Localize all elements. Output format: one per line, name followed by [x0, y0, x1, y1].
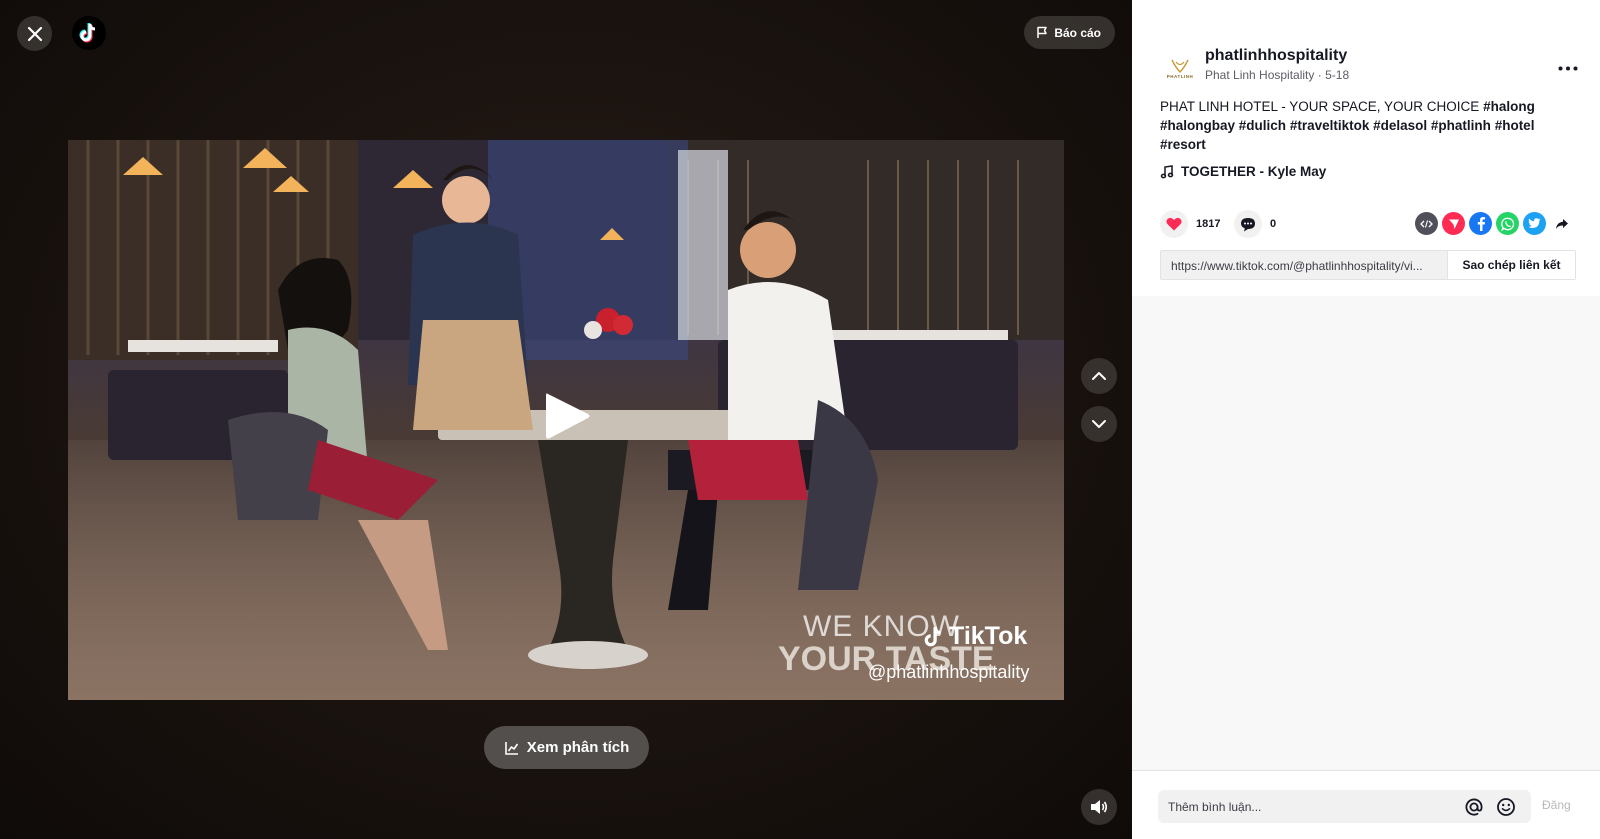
- embed-code-icon: [1420, 219, 1433, 228]
- hashtag-link[interactable]: #resort: [1160, 137, 1206, 152]
- like-stat: 1817: [1160, 210, 1220, 238]
- ellipsis-icon: [1558, 66, 1578, 71]
- watermark-brand: TikTok: [923, 622, 1027, 651]
- comment-bubble-icon: [1241, 217, 1255, 231]
- analytics-label: Xem phân tích: [526, 739, 630, 756]
- comment-stat: 0: [1234, 210, 1276, 238]
- post-info: PHATLINH phatlinhhospitality Phat Linh H…: [1132, 0, 1600, 296]
- tiktok-note-icon: [79, 23, 96, 43]
- mention-button[interactable]: [1464, 797, 1484, 822]
- play-button[interactable]: [542, 390, 592, 442]
- report-button[interactable]: Báo cáo: [1024, 16, 1115, 49]
- facebook-icon: [1477, 217, 1485, 231]
- close-icon: [27, 26, 42, 41]
- report-label: Báo cáo: [1054, 25, 1101, 40]
- heart-icon: [1166, 217, 1182, 231]
- whatsapp-icon: [1500, 217, 1514, 231]
- author-display-name[interactable]: Phat Linh Hospitality: [1205, 68, 1314, 82]
- share-arrow-icon: [1555, 218, 1568, 229]
- avatar[interactable]: PHATLINH: [1160, 48, 1200, 88]
- author-subline: Phat Linh Hospitality · 5-18: [1205, 68, 1349, 82]
- music-title: TOGETHER - Kyle May: [1181, 164, 1327, 179]
- volume-button[interactable]: [1081, 789, 1117, 825]
- watermark-brand-text: TikTok: [949, 622, 1028, 650]
- video-player-area: Báo cáo WE KNOW YOUR TASTE TikTok @phatl…: [0, 0, 1132, 839]
- author-username[interactable]: phatlinhhospitality: [1205, 47, 1347, 65]
- flag-icon: [1037, 26, 1048, 38]
- hotel-logo-icon: [1171, 59, 1189, 73]
- hashtag-link[interactable]: #halong: [1483, 99, 1535, 114]
- tiktok-note-icon: [924, 626, 941, 646]
- play-icon: [546, 393, 590, 439]
- watermark-handle: @phatlinhhospitality: [868, 662, 1030, 682]
- twitter-bird-icon: [1528, 218, 1541, 228]
- separator-dot: ·: [1317, 68, 1326, 82]
- caption-text: PHAT LINH HOTEL - YOUR SPACE, YOUR CHOIC…: [1160, 99, 1484, 114]
- emoji-button[interactable]: [1496, 797, 1516, 822]
- previous-video-button[interactable]: [1081, 358, 1117, 394]
- music-note-icon: [1160, 164, 1174, 178]
- hashtag-link[interactable]: #dulich: [1239, 118, 1286, 133]
- share-link-box: https://www.tiktok.com/@phatlinhhospital…: [1160, 250, 1576, 280]
- music-link[interactable]: TOGETHER - Kyle May: [1160, 164, 1326, 179]
- video-caption: PHAT LINH HOTEL - YOUR SPACE, YOUR CHOIC…: [1160, 97, 1580, 154]
- hashtag-link[interactable]: #phatlinh: [1431, 118, 1491, 133]
- comment-bar: Đăng: [1132, 770, 1600, 839]
- more-share-button[interactable]: [1550, 212, 1573, 235]
- next-video-button[interactable]: [1081, 406, 1117, 442]
- video-frame[interactable]: WE KNOW YOUR TASTE TikTok @phatlinhhospi…: [68, 140, 1064, 700]
- more-options-button[interactable]: [1558, 54, 1578, 77]
- copy-link-button[interactable]: Sao chép liên kết: [1447, 251, 1575, 279]
- share-options: [1415, 212, 1573, 235]
- tiktok-logo[interactable]: [72, 16, 106, 50]
- hashtag-link[interactable]: #halongbay: [1160, 118, 1235, 133]
- share-twitter-button[interactable]: [1523, 212, 1546, 235]
- smiley-face-icon: [1497, 798, 1515, 816]
- close-button[interactable]: [17, 16, 52, 51]
- like-count: 1817: [1196, 218, 1221, 230]
- post-comment-button[interactable]: Đăng: [1542, 798, 1571, 812]
- post-date: 5-18: [1325, 68, 1350, 82]
- hashtag-link[interactable]: #traveltiktok: [1290, 118, 1370, 133]
- share-facebook-button[interactable]: [1469, 212, 1492, 235]
- avatar-text: PHATLINH: [1166, 73, 1194, 79]
- like-button[interactable]: [1160, 210, 1188, 238]
- share-link-text[interactable]: https://www.tiktok.com/@phatlinhhospital…: [1161, 251, 1447, 279]
- embed-button[interactable]: [1415, 212, 1438, 235]
- share-whatsapp-button[interactable]: [1496, 212, 1519, 235]
- details-panel: PHATLINH phatlinhhospitality Phat Linh H…: [1132, 0, 1600, 839]
- paper-plane-icon: [1448, 219, 1459, 229]
- chart-line-icon: [504, 741, 518, 755]
- at-sign-icon: [1465, 798, 1483, 816]
- view-analytics-button[interactable]: Xem phân tích: [484, 726, 649, 769]
- comment-count: 0: [1270, 218, 1277, 230]
- hashtag-link[interactable]: #hotel: [1495, 118, 1535, 133]
- comment-button[interactable]: [1234, 210, 1262, 238]
- send-to-friends-button[interactable]: [1442, 212, 1465, 235]
- speaker-icon: [1091, 800, 1108, 814]
- hashtag-link[interactable]: #delasol: [1373, 118, 1427, 133]
- chevron-down-icon: [1092, 420, 1106, 428]
- chevron-up-icon: [1092, 372, 1106, 380]
